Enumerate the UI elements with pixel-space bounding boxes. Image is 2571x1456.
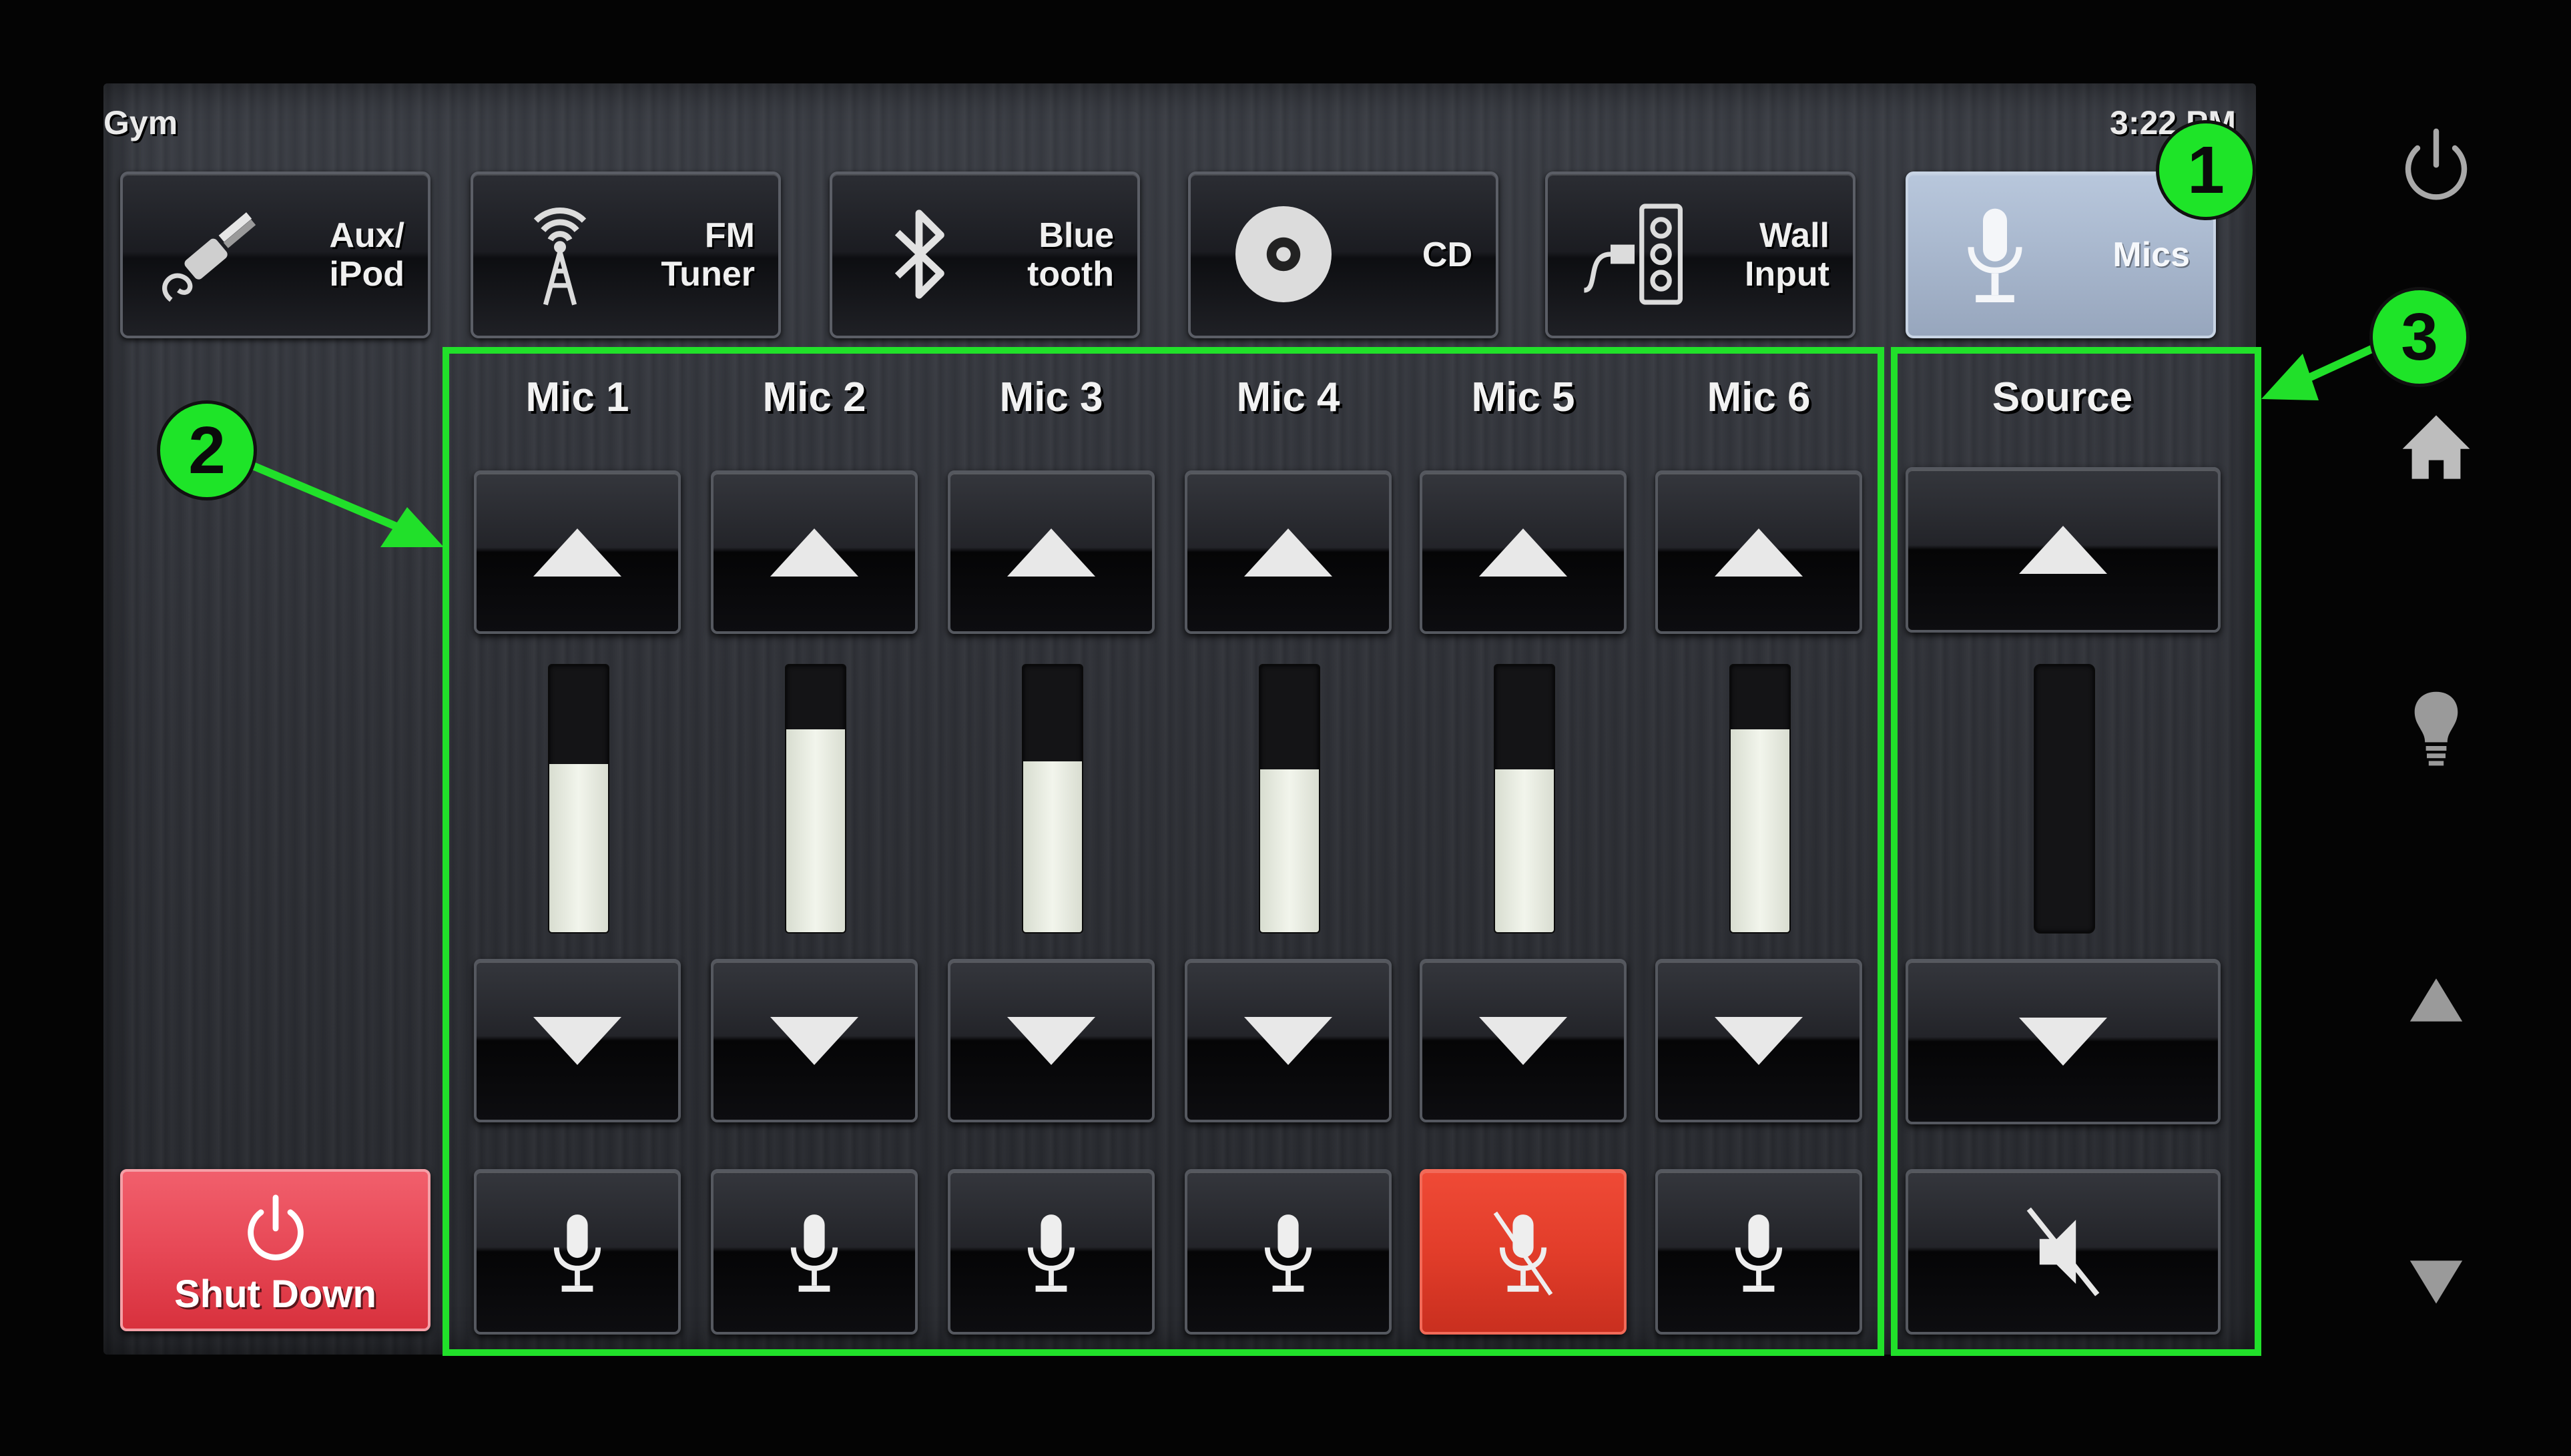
- home-icon[interactable]: [2389, 400, 2483, 494]
- annotation-arrow-2: [238, 456, 416, 538]
- arrow-down-icon[interactable]: [2389, 1234, 2483, 1328]
- annotation-badge-1: 1: [2156, 120, 2256, 220]
- annotation-arrows: [238, 343, 2378, 547]
- annotation-badge-2: 2: [157, 400, 257, 500]
- arrow-up-icon[interactable]: [2389, 954, 2483, 1048]
- annotation-badge-3: 3: [2369, 287, 2470, 387]
- arrowhead-3: [2261, 354, 2319, 400]
- lightbulb-icon[interactable]: [2389, 681, 2483, 774]
- power-icon[interactable]: [2389, 120, 2483, 214]
